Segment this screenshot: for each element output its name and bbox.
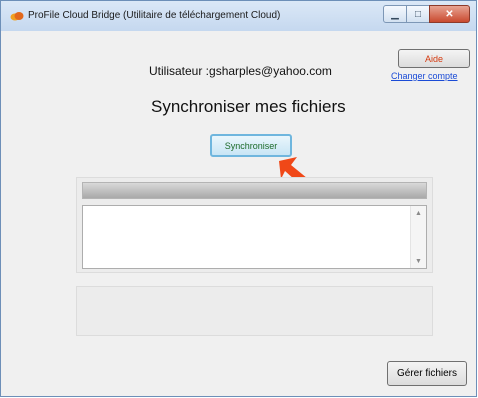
sync-progress-bar bbox=[82, 182, 427, 199]
change-account-link[interactable]: Changer compte bbox=[391, 71, 458, 81]
details-panel bbox=[76, 286, 433, 336]
minimize-button[interactable]: ▁ bbox=[383, 5, 407, 23]
help-button[interactable]: Aide bbox=[398, 49, 470, 68]
scroll-up-icon[interactable]: ▲ bbox=[411, 206, 426, 220]
maximize-button[interactable]: □ bbox=[406, 5, 430, 23]
window-controls: ▁ □ ✕ bbox=[383, 5, 470, 25]
vertical-scrollbar[interactable]: ▲ ▼ bbox=[410, 206, 426, 268]
client-area: Aide Changer compte Utilisateur :gsharpl… bbox=[9, 31, 472, 391]
sync-button[interactable]: Synchroniser bbox=[210, 134, 292, 157]
scroll-down-icon[interactable]: ▼ bbox=[411, 254, 426, 268]
user-label: Utilisateur :gsharples@yahoo.com bbox=[149, 64, 332, 78]
window-title: ProFile Cloud Bridge (Utilitaire de télé… bbox=[28, 10, 281, 21]
sync-log-list[interactable]: ▲ ▼ bbox=[82, 205, 427, 269]
app-window: ProFile Cloud Bridge (Utilitaire de télé… bbox=[0, 0, 477, 397]
manage-files-button[interactable]: Gérer fichiers bbox=[387, 361, 467, 386]
close-button[interactable]: ✕ bbox=[429, 5, 470, 23]
title-bar[interactable]: ProFile Cloud Bridge (Utilitaire de télé… bbox=[1, 1, 476, 31]
page-title: Synchroniser mes fichiers bbox=[151, 97, 346, 116]
cloud-icon bbox=[10, 12, 24, 21]
sync-status-panel: ▲ ▼ bbox=[76, 177, 433, 273]
